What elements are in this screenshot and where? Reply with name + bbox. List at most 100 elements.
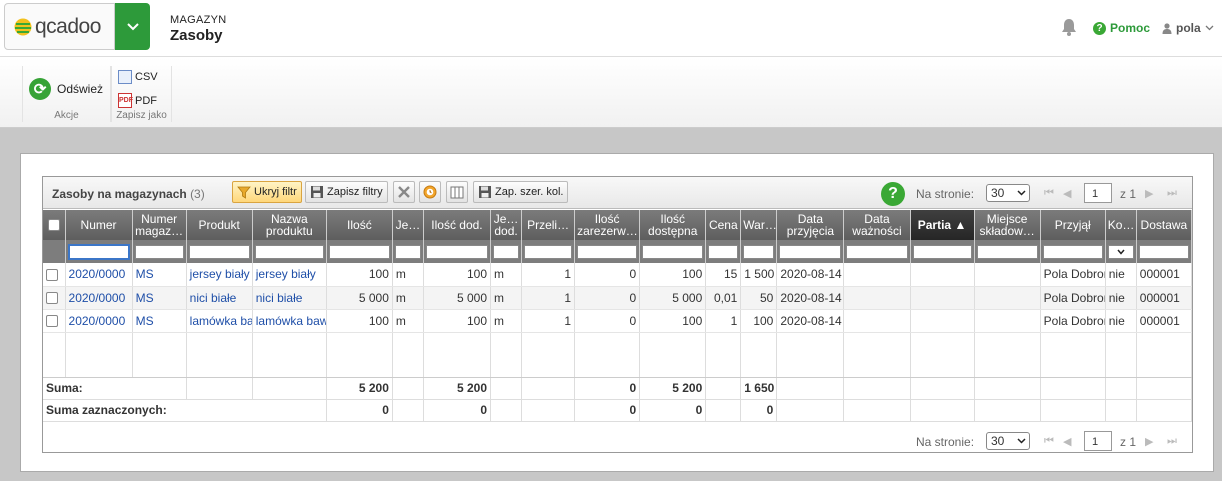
selected-sum-value: 0 bbox=[740, 399, 778, 422]
export-csv-button[interactable]: CSV bbox=[118, 70, 158, 84]
last-page-icon[interactable]: ⏭ bbox=[1167, 435, 1177, 448]
page-number-input[interactable]: 1 bbox=[1084, 431, 1112, 451]
filter-input[interactable] bbox=[493, 244, 520, 259]
page-number-input[interactable]: 1 bbox=[1084, 183, 1112, 203]
refresh-button[interactable]: ⟳ Odśwież bbox=[29, 78, 103, 100]
table-row[interactable]: 2020/0000 MS jersey biały jersey biały 1… bbox=[43, 263, 1193, 287]
cell-product-name[interactable]: lamówka baw bbox=[252, 309, 327, 333]
cell-quantity: 100 bbox=[326, 263, 393, 287]
column-header[interactable]: Cena bbox=[705, 210, 742, 240]
column-header[interactable]: Przeli… bbox=[521, 210, 576, 240]
column-header[interactable]: Produkt bbox=[186, 210, 253, 240]
column-header[interactable]: Data ważności bbox=[843, 210, 911, 240]
save-column-widths-button[interactable]: Zap. szer. kol. bbox=[473, 181, 569, 203]
next-page-icon[interactable]: ▶ bbox=[1145, 435, 1153, 448]
filter-input[interactable] bbox=[188, 244, 250, 259]
export-pdf-button[interactable]: PDF PDF bbox=[118, 93, 157, 108]
cell-unit: m bbox=[392, 286, 424, 310]
column-header[interactable]: Data przyjęcia bbox=[776, 210, 845, 240]
columns-button[interactable] bbox=[446, 181, 468, 203]
clear-filters-button[interactable] bbox=[393, 181, 415, 203]
per-page-select[interactable]: 30 bbox=[986, 432, 1030, 450]
filter-select[interactable] bbox=[1107, 244, 1134, 259]
filter-input[interactable] bbox=[67, 243, 130, 260]
filter-input[interactable] bbox=[134, 244, 184, 259]
table-row[interactable]: 2020/0000 MS lamówka ba lamówka baw 100 … bbox=[43, 309, 1193, 333]
logo[interactable]: qcadoo bbox=[4, 3, 115, 50]
column-header[interactable]: Przyjął bbox=[1040, 210, 1106, 240]
filter-input[interactable] bbox=[254, 244, 324, 259]
row-checkbox[interactable] bbox=[46, 269, 58, 282]
filter-input[interactable] bbox=[524, 244, 573, 259]
cell-warehouse[interactable]: MS bbox=[132, 263, 187, 287]
filter-input[interactable] bbox=[425, 244, 489, 259]
column-header[interactable]: Dostawa bbox=[1136, 210, 1193, 240]
column-header[interactable]: War… bbox=[740, 210, 778, 240]
first-page-icon[interactable]: ⏮ bbox=[1044, 187, 1054, 200]
filter-input[interactable] bbox=[779, 244, 842, 259]
cell-product-name[interactable]: jersey biały bbox=[252, 263, 327, 287]
filter-input[interactable] bbox=[1042, 244, 1103, 259]
select-all-header[interactable] bbox=[43, 210, 66, 240]
row-select[interactable] bbox=[43, 263, 66, 287]
save-filters-button[interactable]: Zapisz filtry bbox=[305, 181, 388, 203]
column-header-sorted[interactable]: Partia ▲ bbox=[910, 210, 975, 240]
prev-page-icon[interactable]: ◀ bbox=[1063, 187, 1071, 200]
cell-product[interactable]: jersey biały bbox=[186, 263, 253, 287]
column-header[interactable]: Ilość zarezerw… bbox=[574, 210, 641, 240]
row-select[interactable] bbox=[43, 309, 66, 333]
cell-additional-quantity: 100 bbox=[423, 309, 492, 333]
filter-input[interactable] bbox=[846, 244, 908, 259]
next-page-icon[interactable]: ▶ bbox=[1145, 187, 1153, 200]
cell-number[interactable]: 2020/0000 bbox=[65, 263, 133, 287]
user-menu[interactable]: pola bbox=[1162, 21, 1214, 35]
filter-input[interactable] bbox=[642, 244, 704, 259]
grid-help-icon[interactable]: ? bbox=[881, 182, 905, 206]
cell-flag: nie bbox=[1105, 286, 1137, 310]
cell-number[interactable]: 2020/0000 bbox=[65, 309, 133, 333]
prev-page-icon[interactable]: ◀ bbox=[1063, 435, 1071, 448]
select-all-checkbox[interactable] bbox=[47, 219, 60, 232]
cell-product[interactable]: lamówka ba bbox=[186, 309, 253, 333]
cell-product[interactable]: nici białe bbox=[186, 286, 253, 310]
filter-input[interactable] bbox=[743, 244, 775, 259]
reset-button[interactable] bbox=[419, 181, 441, 203]
filter-input[interactable] bbox=[577, 244, 638, 259]
column-header[interactable]: Je… dod. bbox=[490, 210, 523, 240]
column-header[interactable]: Ko… bbox=[1105, 210, 1137, 240]
per-page-select[interactable]: 30 bbox=[986, 184, 1030, 202]
filter-input[interactable] bbox=[912, 244, 972, 259]
column-header[interactable]: Ilość dod. bbox=[423, 210, 492, 240]
row-checkbox[interactable] bbox=[46, 292, 58, 305]
filter-input[interactable] bbox=[394, 244, 421, 259]
column-header[interactable]: Je… bbox=[392, 210, 424, 240]
main-menu-button[interactable] bbox=[115, 3, 150, 50]
column-header[interactable]: Ilość bbox=[326, 210, 393, 240]
column-header[interactable]: Ilość dostępna bbox=[639, 210, 707, 240]
hide-filter-button[interactable]: Ukryj filtr bbox=[232, 181, 302, 203]
help-link[interactable]: ? Pomoc bbox=[1093, 21, 1150, 35]
filter-input[interactable] bbox=[1138, 244, 1189, 259]
column-header[interactable]: Numer bbox=[65, 210, 133, 240]
filter-input[interactable] bbox=[708, 244, 739, 259]
cell-warehouse[interactable]: MS bbox=[132, 286, 187, 310]
bell-icon[interactable] bbox=[1061, 18, 1077, 36]
column-header[interactable]: Nazwa produktu bbox=[252, 210, 327, 240]
table-row[interactable]: 2020/0000 MS nici białe nici białe 5 000… bbox=[43, 286, 1193, 310]
ribbon: ⟳ Odśwież Akcje CSV PDF PDF Zapisz jako bbox=[0, 58, 1222, 128]
row-checkbox[interactable] bbox=[46, 315, 58, 328]
first-page-icon[interactable]: ⏮ bbox=[1044, 435, 1054, 448]
cell-product-name[interactable]: nici białe bbox=[252, 286, 327, 310]
cell-warehouse[interactable]: MS bbox=[132, 309, 187, 333]
last-page-icon[interactable]: ⏭ bbox=[1167, 187, 1177, 200]
column-header[interactable]: Numer magaz… bbox=[132, 210, 187, 240]
filter-input[interactable] bbox=[976, 244, 1038, 259]
refresh-label: Odśwież bbox=[57, 82, 104, 96]
cell-unit: m bbox=[392, 309, 424, 333]
column-header[interactable]: Miejsce składow… bbox=[974, 210, 1041, 240]
filter-input[interactable] bbox=[328, 244, 390, 259]
cell-value: 50 bbox=[740, 286, 778, 310]
empty-row bbox=[43, 332, 1193, 378]
cell-number[interactable]: 2020/0000 bbox=[65, 286, 133, 310]
row-select[interactable] bbox=[43, 286, 66, 310]
